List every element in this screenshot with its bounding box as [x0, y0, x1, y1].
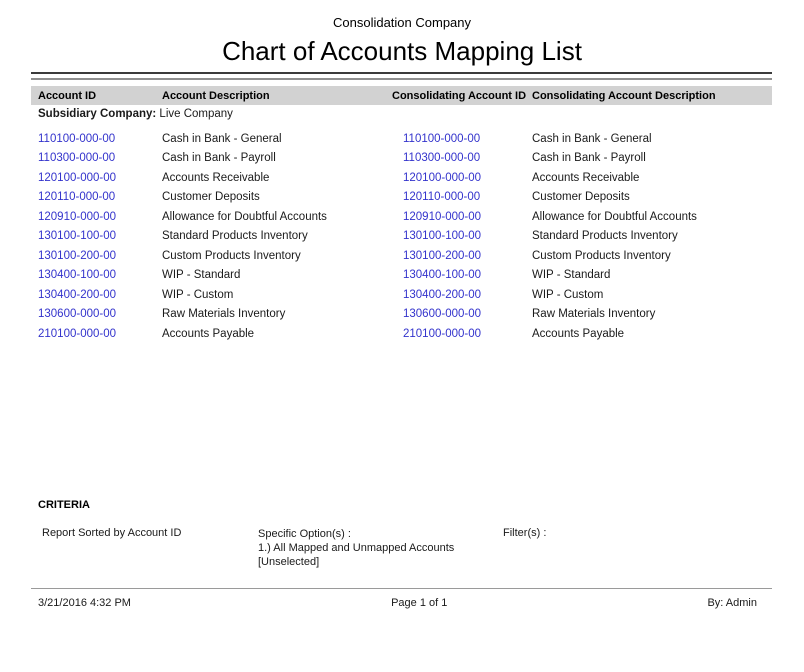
account-id-link[interactable]: 210100-000-00: [31, 328, 162, 340]
criteria-filters-label: Filter(s) :: [503, 527, 546, 539]
consolidating-account-id-link[interactable]: 130100-200-00: [392, 250, 532, 262]
consolidating-account-description-cell: Customer Deposits: [532, 191, 772, 203]
table-row: 130100-100-00 Standard Products Inventor…: [31, 227, 772, 247]
table-row: 120910-000-00 Allowance for Doubtful Acc…: [31, 207, 772, 227]
column-header-consolidating-account-id: Consolidating Account ID: [392, 90, 532, 102]
table-row: 210100-000-00 Accounts Payable 210100-00…: [31, 324, 772, 344]
criteria-heading: CRITERIA: [38, 499, 90, 511]
consolidating-account-description-cell: Standard Products Inventory: [532, 230, 772, 242]
table-row: 130600-000-00 Raw Materials Inventory 13…: [31, 305, 772, 325]
consolidating-account-description-cell: Cash in Bank - General: [532, 133, 772, 145]
table-rows: 110100-000-00 Cash in Bank - General 110…: [31, 129, 772, 344]
account-description-cell: Raw Materials Inventory: [162, 308, 392, 320]
criteria-specific-options: Specific Option(s) : 1.) All Mapped and …: [258, 527, 454, 569]
table-row: 120100-000-00 Accounts Receivable 120100…: [31, 168, 772, 188]
footer-datetime: 3/21/2016 4:32 PM: [38, 597, 131, 609]
account-description-cell: Customer Deposits: [162, 191, 392, 203]
consolidating-account-id-link[interactable]: 120910-000-00: [392, 211, 532, 223]
footer-page-number: Page 1 of 1: [391, 597, 447, 609]
consolidating-account-description-cell: Cash in Bank - Payroll: [532, 152, 772, 164]
specific-option-state: [Unselected]: [258, 555, 454, 569]
consolidating-account-id-link[interactable]: 130600-000-00: [392, 308, 532, 320]
company-name: Consolidation Company: [0, 15, 804, 30]
column-header-consolidating-account-description: Consolidating Account Description: [532, 90, 772, 102]
consolidating-account-description-cell: Custom Products Inventory: [532, 250, 772, 262]
table-row: 110100-000-00 Cash in Bank - General 110…: [31, 129, 772, 149]
account-id-link[interactable]: 130100-200-00: [31, 250, 162, 262]
consolidating-account-id-link[interactable]: 110100-000-00: [392, 133, 532, 145]
consolidating-account-description-cell: Accounts Payable: [532, 328, 772, 340]
consolidating-account-id-link[interactable]: 120110-000-00: [392, 191, 532, 203]
consolidating-account-description-cell: WIP - Custom: [532, 289, 772, 301]
account-description-cell: Allowance for Doubtful Accounts: [162, 211, 392, 223]
consolidating-account-description-cell: Allowance for Doubtful Accounts: [532, 211, 772, 223]
footer: 3/21/2016 4:32 PM Page 1 of 1 By: Admin: [38, 597, 757, 609]
footer-divider: [31, 588, 772, 589]
account-id-link[interactable]: 120110-000-00: [31, 191, 162, 203]
column-header-account-description: Account Description: [162, 90, 392, 102]
divider-line-gray: [31, 78, 772, 80]
account-id-link[interactable]: 120910-000-00: [31, 211, 162, 223]
subsidiary-company-label: Subsidiary Company:: [38, 108, 156, 120]
account-description-cell: Cash in Bank - General: [162, 133, 392, 145]
consolidating-account-description-cell: Raw Materials Inventory: [532, 308, 772, 320]
table-row: 130400-100-00 WIP - Standard 130400-100-…: [31, 266, 772, 286]
consolidating-account-description-cell: Accounts Receivable: [532, 172, 772, 184]
account-description-cell: Accounts Payable: [162, 328, 392, 340]
table-row: 130400-200-00 WIP - Custom 130400-200-00…: [31, 285, 772, 305]
account-description-cell: Custom Products Inventory: [162, 250, 392, 262]
account-description-cell: WIP - Standard: [162, 269, 392, 281]
criteria-sorted-by: Report Sorted by Account ID: [42, 527, 181, 539]
account-id-link[interactable]: 130400-200-00: [31, 289, 162, 301]
account-description-cell: WIP - Custom: [162, 289, 392, 301]
account-description-cell: Cash in Bank - Payroll: [162, 152, 392, 164]
subsidiary-company-row: Subsidiary Company: Live Company: [38, 108, 233, 120]
account-id-link[interactable]: 110100-000-00: [31, 133, 162, 145]
consolidating-account-id-link[interactable]: 120100-000-00: [392, 172, 532, 184]
consolidating-account-id-link[interactable]: 110300-000-00: [392, 152, 532, 164]
account-description-cell: Accounts Receivable: [162, 172, 392, 184]
account-id-link[interactable]: 130100-100-00: [31, 230, 162, 242]
table-row: 110300-000-00 Cash in Bank - Payroll 110…: [31, 149, 772, 169]
account-id-link[interactable]: 120100-000-00: [31, 172, 162, 184]
title-divider: [31, 72, 772, 80]
account-description-cell: Standard Products Inventory: [162, 230, 392, 242]
specific-options-label: Specific Option(s) :: [258, 527, 454, 541]
account-id-link[interactable]: 130400-100-00: [31, 269, 162, 281]
consolidating-account-id-link[interactable]: 130400-200-00: [392, 289, 532, 301]
consolidating-account-id-link[interactable]: 210100-000-00: [392, 328, 532, 340]
consolidating-account-id-link[interactable]: 130100-100-00: [392, 230, 532, 242]
report-title: Chart of Accounts Mapping List: [0, 36, 804, 67]
specific-option-item: 1.) All Mapped and Unmapped Accounts: [258, 541, 454, 555]
account-id-link[interactable]: 130600-000-00: [31, 308, 162, 320]
table-row: 130100-200-00 Custom Products Inventory …: [31, 246, 772, 266]
consolidating-account-description-cell: WIP - Standard: [532, 269, 772, 281]
column-header-account-id: Account ID: [31, 90, 162, 102]
footer-user: By: Admin: [707, 597, 757, 609]
table-row: 120110-000-00 Customer Deposits 120110-0…: [31, 188, 772, 208]
table-header-row: Account ID Account Description Consolida…: [31, 86, 772, 105]
consolidating-account-id-link[interactable]: 130400-100-00: [392, 269, 532, 281]
subsidiary-company-value: Live Company: [159, 108, 233, 120]
account-id-link[interactable]: 110300-000-00: [31, 152, 162, 164]
